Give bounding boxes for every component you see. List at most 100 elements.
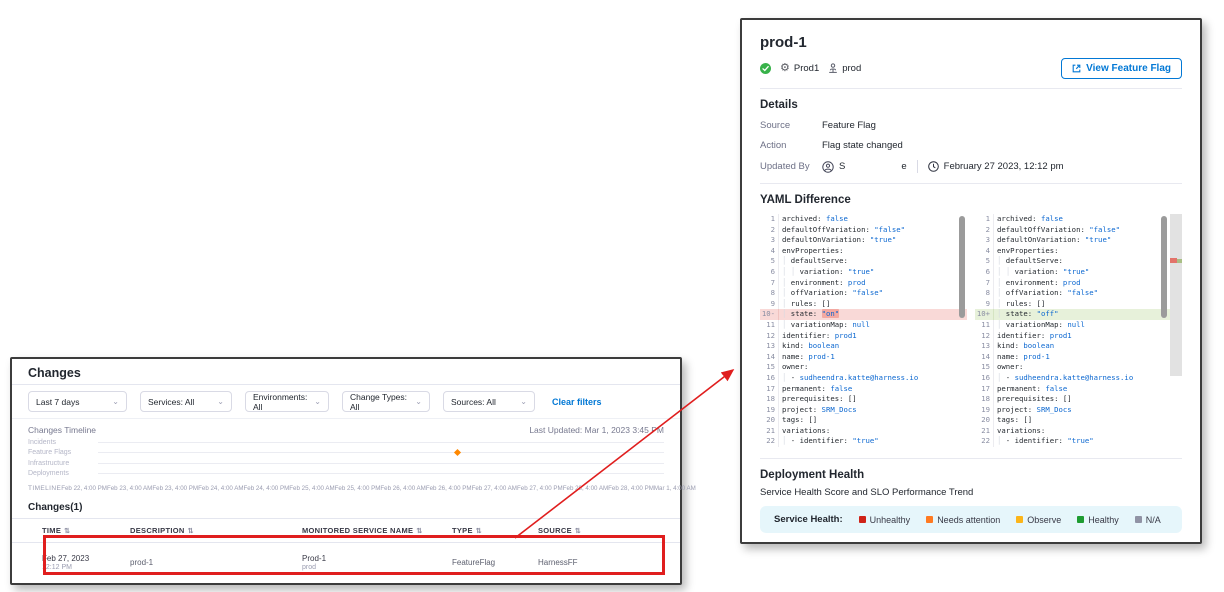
filter-change-types[interactable]: Change Types: All⌄ [342, 391, 430, 412]
view-feature-flag-button[interactable]: View Feature Flag [1061, 58, 1182, 79]
yaml-line-number: 12 [760, 331, 779, 342]
yaml-line-content: defaultOnVariation: "true" [994, 235, 1111, 246]
external-link-icon [1072, 64, 1081, 73]
timeline-axis: TIMELINE Feb 22, 4:00 PMFeb 23, 4:00 AMF… [12, 480, 680, 495]
yaml-line-number: 16 [975, 373, 994, 384]
sort-icon[interactable]: ⇅ [575, 527, 581, 535]
yaml-line-number: 7 [975, 278, 994, 289]
updated-by-name-last: e [901, 161, 906, 172]
chevron-down-icon: ⌄ [520, 398, 527, 406]
updated-by-row: Updated By S e February 27 2023, 12:12 p… [760, 160, 1182, 173]
left-pane-scrollbar[interactable] [959, 216, 965, 318]
yaml-line-number: 22 [975, 436, 994, 447]
yaml-line-content: variations: [779, 426, 830, 437]
filter-services[interactable]: Services: All⌄ [140, 391, 232, 412]
timeline-tick: Feb 27, 4:00 AM [472, 485, 517, 492]
yaml-line-content: │ │ variation: "true" [994, 267, 1089, 278]
yaml-line-content: kind: boolean [779, 341, 839, 352]
legend-item-n-a: N/A [1135, 515, 1161, 525]
column-header-time[interactable]: TIME⇅ [42, 526, 130, 535]
yaml-line: 16│ - sudheendra.katte@harness.io [975, 373, 1182, 384]
yaml-line: 21variations: [760, 426, 967, 437]
yaml-line: 6│ │ variation: "true" [975, 267, 1182, 278]
yaml-line-number: 18 [760, 394, 779, 405]
column-header-source[interactable]: SOURCE⇅ [538, 526, 680, 535]
user-avatar-icon [822, 161, 834, 173]
legend-label: Observe [1027, 515, 1061, 525]
yaml-line: 13kind: boolean [760, 341, 967, 352]
filter-environments[interactable]: Environments: All⌄ [245, 391, 329, 412]
divider [917, 160, 918, 173]
timeline-tick: Feb 27, 4:00 PM [517, 485, 563, 492]
yaml-line: 1archived: false [760, 214, 967, 225]
yaml-line: 22│ - identifier: "true" [760, 436, 967, 447]
sort-icon[interactable]: ⇅ [476, 527, 482, 535]
yaml-line: 12identifier: prod1 [760, 331, 967, 342]
legend-swatch [1016, 516, 1023, 523]
yaml-line-content: │ defaultServe: [779, 256, 848, 267]
timeline-tick: Feb 24, 4:00 PM [244, 485, 290, 492]
yaml-line: 15owner: [975, 362, 1182, 373]
yaml-line: 7│ environment: prod [760, 278, 967, 289]
minimap-addition-mark [1177, 259, 1182, 263]
column-header-monitored-service-name[interactable]: MONITORED SERVICE NAME⇅ [302, 526, 452, 535]
filter-value: Sources: All [451, 397, 496, 407]
legend-item-needs-attention: Needs attention [926, 515, 1000, 525]
legend-swatch [859, 516, 866, 523]
yaml-line: 21variations: [975, 426, 1182, 437]
view-feature-flag-label: View Feature Flag [1086, 63, 1171, 74]
sort-icon[interactable]: ⇅ [416, 527, 422, 535]
filter-time-range[interactable]: Last 7 days ⌄ [28, 391, 127, 412]
updated-by-name-first: S [839, 161, 845, 172]
yaml-line-content: project: SRM_Docs [994, 405, 1072, 416]
last-updated-text: Last Updated: Mar 1, 2023 3:45 PM [529, 425, 664, 435]
change-marker-icon[interactable] [454, 449, 461, 456]
monitored-service-meta[interactable]: ⚙ Prod1 [780, 63, 819, 74]
yaml-line: 19project: SRM_Docs [760, 405, 967, 416]
yaml-line-number: 21 [760, 426, 779, 437]
deployment-health-subtitle: Service Health Score and SLO Performance… [760, 487, 1182, 498]
filter-value: Last 7 days [36, 397, 79, 407]
yaml-line-content: envProperties: [779, 246, 844, 257]
timeline-axis-label: TIMELINE [28, 485, 61, 492]
timeline-tick: Feb 25, 4:00 PM [335, 485, 381, 492]
filter-value: Environments: All [253, 392, 308, 412]
chevron-down-icon: ⌄ [112, 398, 119, 406]
yaml-line: 13kind: boolean [975, 341, 1182, 352]
annotation-highlight-box [43, 535, 665, 575]
environment-meta[interactable]: prod [828, 63, 861, 74]
yaml-line-number: 2 [975, 225, 994, 236]
yaml-diff-left-pane: 1archived: false2defaultOffVariation: "f… [760, 214, 967, 448]
column-header-description[interactable]: DESCRIPTION⇅ [130, 526, 302, 535]
yaml-line-number: 20 [975, 415, 994, 426]
yaml-line-number: 1 [975, 214, 994, 225]
clear-filters-link[interactable]: Clear filters [552, 397, 602, 407]
right-pane-scrollbar[interactable] [1161, 216, 1167, 318]
yaml-line-content: │ environment: prod [994, 278, 1081, 289]
yaml-diff-viewer: 1archived: false2defaultOffVariation: "f… [760, 214, 1182, 448]
sort-icon[interactable]: ⇅ [64, 527, 70, 535]
yaml-line: 8│ offVariation: "false" [760, 288, 967, 299]
changes-timeline-section: Changes Timeline Last Updated: Mar 1, 20… [12, 419, 680, 480]
yaml-diff-right-pane: 1archived: false2defaultOffVariation: "f… [975, 214, 1182, 448]
yaml-line-number: 18 [975, 394, 994, 405]
timeline-rows: IncidentsFeature FlagsInfrastructureDepl… [28, 437, 664, 479]
yaml-line-number: 14 [760, 352, 779, 363]
action-label: Action [760, 140, 822, 151]
column-header-type[interactable]: TYPE⇅ [452, 526, 538, 535]
yaml-line: 10+│ state: "off" [975, 309, 1182, 320]
yaml-line: 1archived: false [975, 214, 1182, 225]
yaml-line-content: identifier: prod1 [779, 331, 857, 342]
deployment-health-heading: Deployment Health [760, 469, 1182, 481]
yaml-line-number: 7 [760, 278, 779, 289]
action-value: Flag state changed [822, 140, 903, 151]
yaml-line-content: │ - sudheendra.katte@harness.io [779, 373, 918, 384]
yaml-line: 14name: prod-1 [975, 352, 1182, 363]
yaml-line-content: defaultOnVariation: "true" [779, 235, 896, 246]
yaml-line-content: envProperties: [994, 246, 1059, 257]
filter-sources[interactable]: Sources: All ⌄ [443, 391, 535, 412]
sort-icon[interactable]: ⇅ [188, 527, 194, 535]
yaml-line: 2defaultOffVariation: "false" [760, 225, 967, 236]
diff-minimap[interactable] [1170, 214, 1182, 376]
legend-item-healthy: Healthy [1077, 515, 1119, 525]
